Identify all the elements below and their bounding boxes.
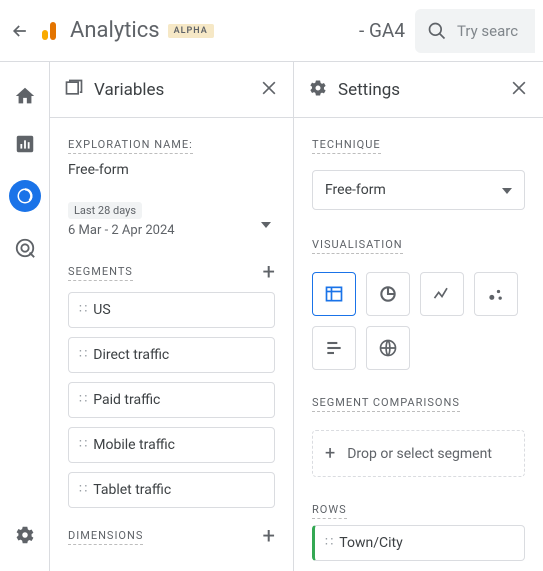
- caret-down-icon: [502, 182, 512, 198]
- date-range-picker[interactable]: Last 28 days 6 Mar - 2 Apr 2024: [68, 202, 275, 238]
- segment-label: Tablet traffic: [93, 482, 171, 498]
- variables-icon: [64, 78, 84, 102]
- date-pill: Last 28 days: [68, 202, 142, 219]
- dimensions-label: DIMENSIONS: [68, 529, 143, 545]
- settings-icon: [308, 78, 328, 102]
- exploration-name-label: EXPLORATION NAME:: [68, 138, 193, 154]
- segment-chip[interactable]: ∷ Paid traffic: [68, 382, 275, 418]
- viz-bar-button[interactable]: [312, 326, 356, 370]
- technique-value: Free-form: [325, 182, 386, 198]
- segment-label: Direct traffic: [93, 347, 169, 363]
- row-label: Town/City: [339, 535, 402, 551]
- viz-geo-button[interactable]: [366, 326, 410, 370]
- close-variables-button[interactable]: [259, 78, 279, 102]
- segment-chip[interactable]: ∷ Mobile traffic: [68, 427, 275, 463]
- property-name: - GA4: [359, 19, 405, 42]
- drag-handle-icon: ∷: [79, 486, 85, 494]
- search-placeholder: Try searc: [457, 22, 518, 40]
- caret-down-icon: [261, 216, 271, 232]
- settings-title: Settings: [338, 80, 509, 100]
- viz-table-button[interactable]: [312, 272, 356, 316]
- plus-icon: +: [325, 443, 335, 464]
- drag-handle-icon: ∷: [325, 539, 331, 547]
- date-range-text: 6 Mar - 2 Apr 2024: [68, 223, 275, 238]
- drag-handle-icon: ∷: [79, 306, 85, 314]
- segment-chip[interactable]: ∷ US: [68, 292, 275, 328]
- viz-donut-button[interactable]: [366, 272, 410, 316]
- technique-select[interactable]: Free-form: [312, 170, 525, 210]
- segment-label: Mobile traffic: [93, 437, 175, 453]
- technique-label: TECHNIQUE: [312, 138, 381, 154]
- row-chip[interactable]: ∷ Town/City: [312, 525, 525, 561]
- analytics-logo: [42, 22, 56, 40]
- search-icon: [427, 21, 447, 41]
- dropzone-text: Drop or select segment: [347, 446, 492, 462]
- variables-title: Variables: [94, 80, 259, 100]
- exploration-name-value[interactable]: Free-form: [68, 162, 275, 178]
- alpha-badge: ALPHA: [168, 24, 214, 38]
- segment-chip[interactable]: ∷ Tablet traffic: [68, 472, 275, 508]
- viz-line-button[interactable]: [420, 272, 464, 316]
- add-segment-button[interactable]: +: [263, 262, 275, 284]
- viz-scatter-button[interactable]: [474, 272, 518, 316]
- nav-advertising[interactable]: [13, 236, 37, 260]
- rows-label: ROWS: [312, 503, 347, 519]
- segment-chip[interactable]: ∷ Direct traffic: [68, 337, 275, 373]
- close-settings-button[interactable]: [509, 78, 529, 102]
- drag-handle-icon: ∷: [79, 441, 85, 449]
- nav-explore[interactable]: [9, 180, 41, 212]
- nav-admin[interactable]: [13, 523, 37, 547]
- drag-handle-icon: ∷: [79, 351, 85, 359]
- nav-reports[interactable]: [13, 132, 37, 156]
- segment-label: US: [93, 302, 110, 318]
- app-title: Analytics: [70, 18, 160, 43]
- segment-label: Paid traffic: [93, 392, 160, 408]
- search-box[interactable]: Try searc: [415, 9, 535, 53]
- add-dimension-button[interactable]: +: [263, 526, 275, 548]
- drag-handle-icon: ∷: [79, 396, 85, 404]
- segment-comparisons-label: SEGMENT COMPARISONS: [312, 396, 460, 412]
- segment-dropzone[interactable]: + Drop or select segment: [312, 430, 525, 477]
- nav-home[interactable]: [13, 84, 37, 108]
- segments-label: SEGMENTS: [68, 265, 133, 281]
- back-arrow[interactable]: [8, 19, 32, 43]
- visualisation-label: VISUALISATION: [312, 238, 403, 254]
